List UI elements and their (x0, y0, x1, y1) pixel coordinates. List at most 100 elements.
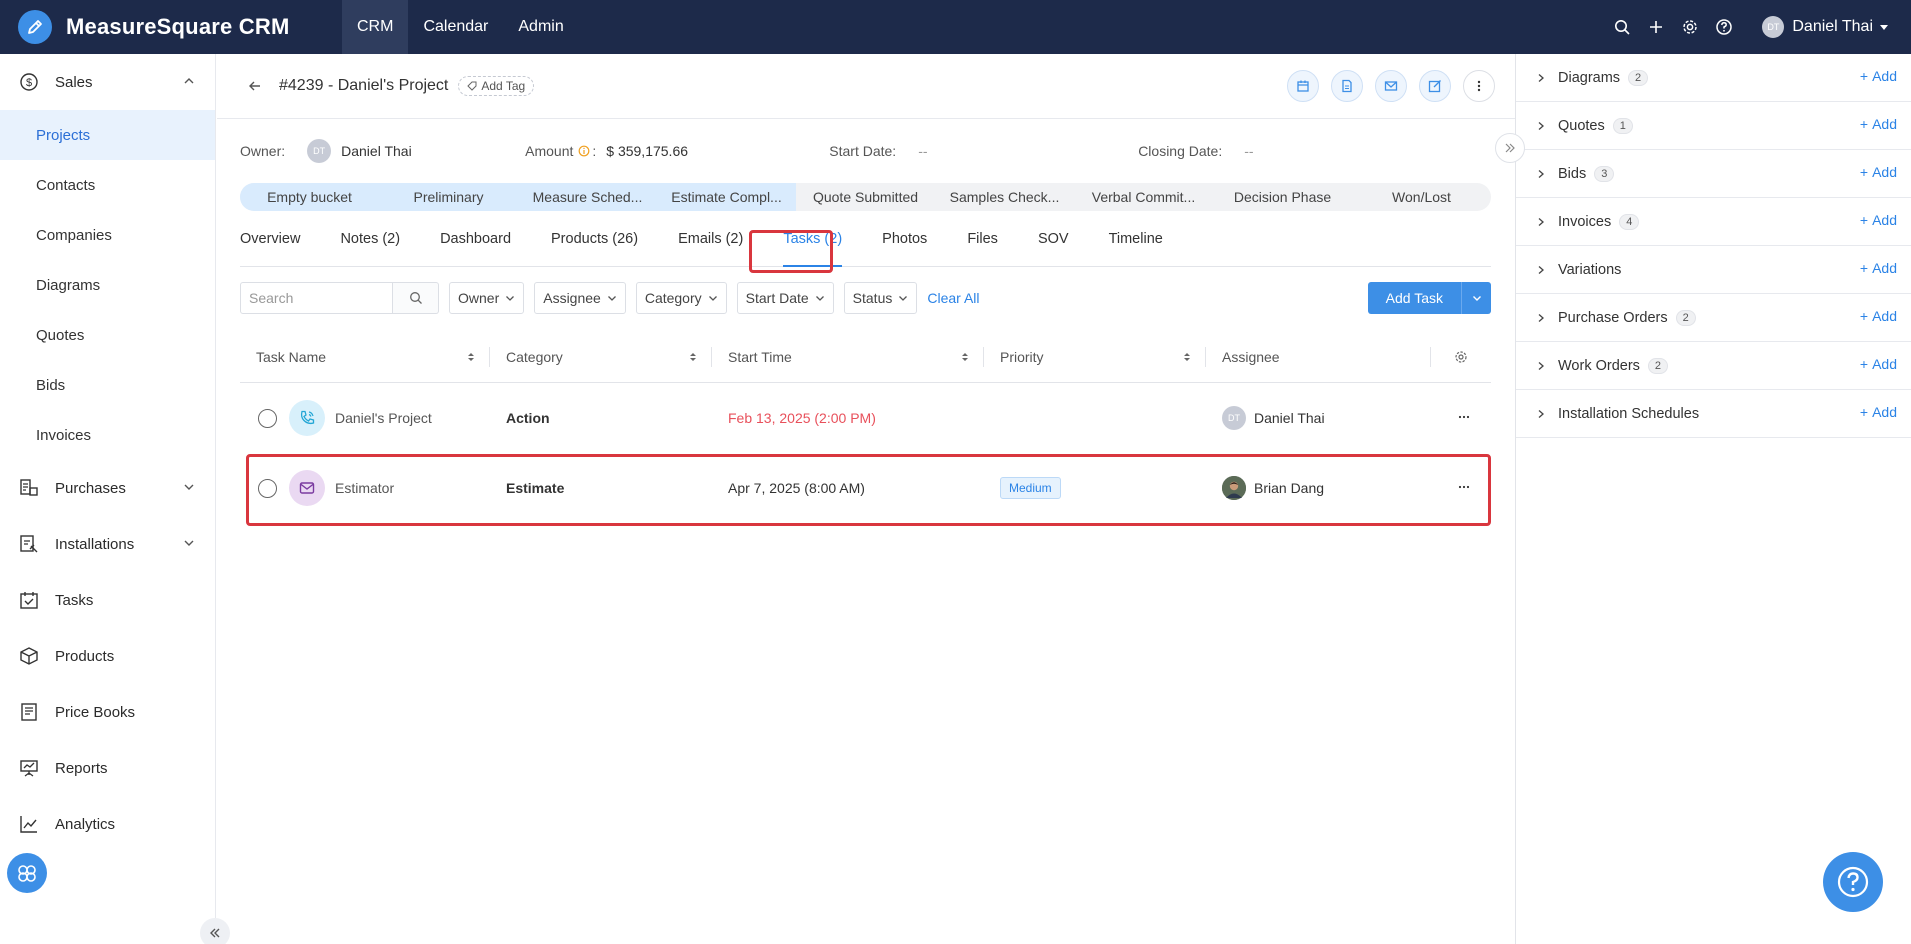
complete-task-radio[interactable] (258, 478, 277, 498)
owner-name[interactable]: Daniel Thai (341, 143, 487, 159)
stage-verbal-commitment[interactable]: Verbal Commit... (1074, 183, 1213, 211)
related-bids[interactable]: Bids 3 + Add (1516, 150, 1911, 198)
project-title: #4239 - Daniel's Project (279, 77, 449, 94)
column-header-start-time[interactable]: Start Time (712, 331, 984, 383)
tab-tasks[interactable]: Tasks (2) (783, 231, 842, 267)
add-bid-button[interactable]: + Add (1860, 164, 1897, 180)
add-label: Add (1872, 308, 1897, 324)
project-action-edit-button[interactable] (1419, 70, 1451, 102)
add-task-dropdown[interactable] (1461, 282, 1491, 314)
sidebar-item-bids[interactable]: Bids (0, 360, 215, 410)
stage-estimate-completed[interactable]: Estimate Compl... (657, 183, 796, 211)
app-logo[interactable]: MeasureSquare CRM (18, 10, 318, 44)
sidebar-group-tasks[interactable]: Tasks (0, 572, 215, 628)
table-row[interactable]: Daniel's Project Action Feb 13, 2025 (2:… (240, 383, 1491, 453)
related-invoices[interactable]: Invoices 4 + Add (1516, 198, 1911, 246)
sidebar-group-installations[interactable]: Installations (0, 516, 215, 572)
back-arrow-icon[interactable] (245, 76, 265, 96)
sidebar-item-projects[interactable]: Projects (0, 110, 215, 160)
tab-sov[interactable]: SOV (1038, 231, 1069, 266)
complete-task-radio[interactable] (258, 408, 277, 428)
column-header-assignee[interactable]: Assignee (1206, 331, 1431, 383)
sidebar-group-sales[interactable]: $ Sales (0, 54, 215, 110)
search-icon[interactable] (1612, 17, 1632, 37)
stage-preliminary[interactable]: Preliminary (379, 183, 518, 211)
sidebar-group-price-books[interactable]: Price Books (0, 684, 215, 740)
add-task-button[interactable]: Add Task (1367, 282, 1461, 314)
stage-quote-submitted[interactable]: Quote Submitted (796, 183, 935, 211)
tab-timeline[interactable]: Timeline (1109, 231, 1163, 266)
add-invoice-button[interactable]: + Add (1860, 212, 1897, 228)
task-name[interactable]: Estimator (335, 480, 394, 496)
add-diagram-button[interactable]: + Add (1860, 68, 1897, 84)
tab-overview[interactable]: Overview (240, 231, 300, 266)
related-diagrams[interactable]: Diagrams 2 + Add (1516, 54, 1911, 102)
sidebar: $ Sales Projects Contacts Companies Diag… (0, 54, 216, 944)
plus-icon: + (1859, 68, 1869, 84)
row-more-icon[interactable] (1457, 480, 1471, 494)
tab-notes[interactable]: Notes (2) (340, 231, 400, 266)
task-name[interactable]: Daniel's Project (335, 410, 432, 426)
stage-measure-scheduled[interactable]: Measure Sched... (518, 183, 657, 211)
sidebar-group-products[interactable]: Products (0, 628, 215, 684)
related-purchase-orders[interactable]: Purchase Orders 2 + Add (1516, 294, 1911, 342)
stage-samples-checked[interactable]: Samples Check... (935, 183, 1074, 211)
sidebar-item-diagrams[interactable]: Diagrams (0, 260, 215, 310)
category-filter[interactable]: Category (635, 282, 727, 314)
add-quote-button[interactable]: + Add (1860, 116, 1897, 132)
related-variations[interactable]: Variations + Add (1516, 246, 1911, 294)
clear-all-link[interactable]: Clear All (927, 290, 979, 306)
start-date-filter[interactable]: Start Date (736, 282, 834, 314)
user-menu[interactable]: DT Daniel Thai (1762, 16, 1889, 38)
stage-empty-bucket[interactable]: Empty bucket (240, 183, 379, 211)
row-more-icon[interactable] (1457, 410, 1471, 424)
plus-icon[interactable] (1646, 17, 1666, 37)
column-header-priority[interactable]: Priority (984, 331, 1206, 383)
tab-files[interactable]: Files (967, 231, 998, 266)
info-icon[interactable] (578, 145, 590, 157)
assistant-bot-button[interactable] (7, 853, 47, 893)
search-button[interactable] (393, 282, 439, 314)
help-fab-button[interactable] (1823, 852, 1883, 912)
tab-dashboard[interactable]: Dashboard (440, 231, 511, 266)
column-settings-button[interactable] (1431, 331, 1491, 383)
owner-filter[interactable]: Owner (449, 282, 525, 314)
sidebar-item-invoices[interactable]: Invoices (0, 410, 215, 460)
project-more-button[interactable] (1463, 70, 1495, 102)
topnav-calendar[interactable]: Calendar (408, 0, 503, 54)
expand-panel-button[interactable] (1495, 133, 1525, 163)
sidebar-item-contacts[interactable]: Contacts (0, 160, 215, 210)
stage-won-lost[interactable]: Won/Lost (1352, 183, 1491, 211)
project-action-email-button[interactable] (1375, 70, 1407, 102)
topnav-admin[interactable]: Admin (503, 0, 578, 54)
tab-emails[interactable]: Emails (2) (678, 231, 743, 266)
sidebar-item-companies[interactable]: Companies (0, 210, 215, 260)
column-header-task-name[interactable]: Task Name (240, 331, 490, 383)
add-work-order-button[interactable]: + Add (1860, 356, 1897, 372)
project-action-calendar-button[interactable] (1287, 70, 1319, 102)
gear-icon[interactable] (1680, 17, 1700, 37)
tab-photos[interactable]: Photos (882, 231, 927, 266)
status-filter[interactable]: Status (843, 282, 918, 314)
sidebar-item-quotes[interactable]: Quotes (0, 310, 215, 360)
stage-decision-phase[interactable]: Decision Phase (1213, 183, 1352, 211)
sidebar-group-reports[interactable]: Reports (0, 740, 215, 796)
top-nav: CRM Calendar Admin (342, 0, 579, 54)
related-work-orders[interactable]: Work Orders 2 + Add (1516, 342, 1911, 390)
sidebar-group-analytics[interactable]: Analytics (0, 796, 215, 852)
add-purchase-order-button[interactable]: + Add (1860, 308, 1897, 324)
topnav-crm[interactable]: CRM (342, 0, 409, 54)
table-row[interactable]: Estimator Estimate Apr 7, 2025 (8:00 AM)… (240, 453, 1491, 523)
column-header-category[interactable]: Category (490, 331, 712, 383)
related-installation-schedules[interactable]: Installation Schedules + Add (1516, 390, 1911, 438)
add-installation-schedule-button[interactable]: + Add (1860, 404, 1897, 420)
help-icon[interactable] (1714, 17, 1734, 37)
project-action-document-button[interactable] (1331, 70, 1363, 102)
add-tag-button[interactable]: Add Tag (458, 76, 535, 96)
sidebar-group-purchases[interactable]: Purchases (0, 460, 215, 516)
tab-products[interactable]: Products (26) (551, 231, 638, 266)
search-input[interactable] (249, 290, 379, 306)
related-quotes[interactable]: Quotes 1 + Add (1516, 102, 1911, 150)
assignee-filter[interactable]: Assignee (534, 282, 626, 314)
add-variation-button[interactable]: + Add (1860, 260, 1897, 276)
